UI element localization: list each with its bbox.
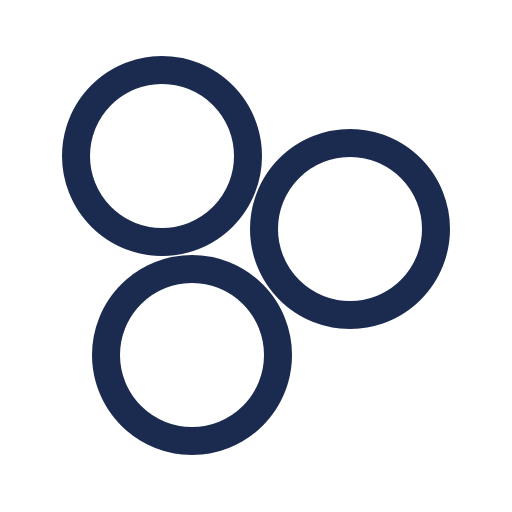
- ring-right-icon: [250, 129, 450, 329]
- ring-top-left-icon: [62, 56, 262, 256]
- ring-bottom-icon: [92, 255, 292, 455]
- icon-canvas: [0, 0, 512, 512]
- three-rings-icon: [62, 56, 450, 455]
